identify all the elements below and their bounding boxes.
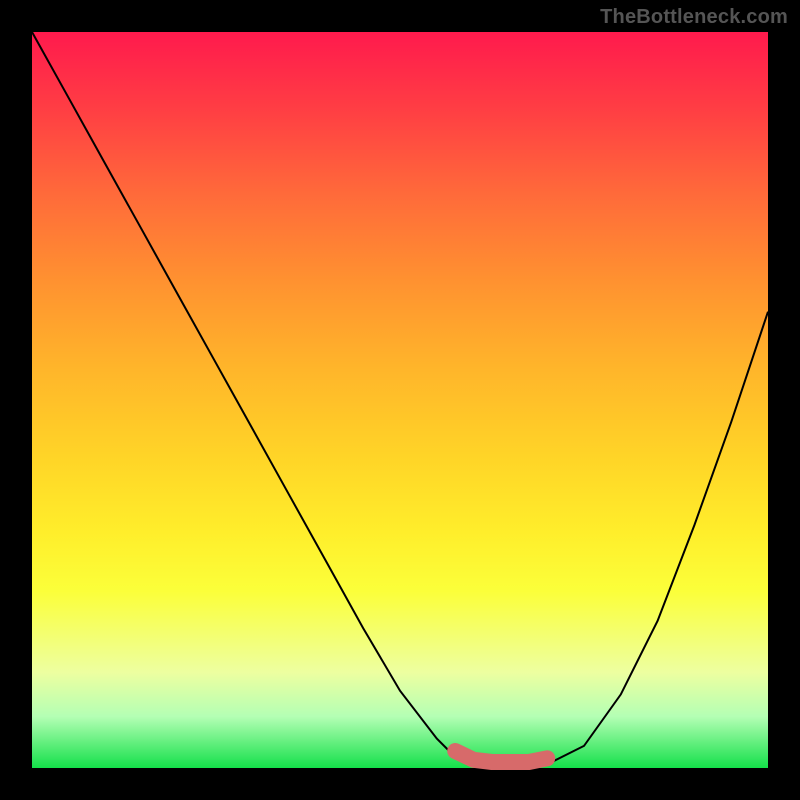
bottleneck-curve (32, 32, 768, 768)
attribution-text: TheBottleneck.com (600, 6, 788, 29)
minimum-emphasis-segment (455, 751, 547, 762)
chart-plot-area (32, 32, 768, 768)
outer-frame: TheBottleneck.com (0, 0, 800, 800)
chart-svg (32, 32, 768, 768)
